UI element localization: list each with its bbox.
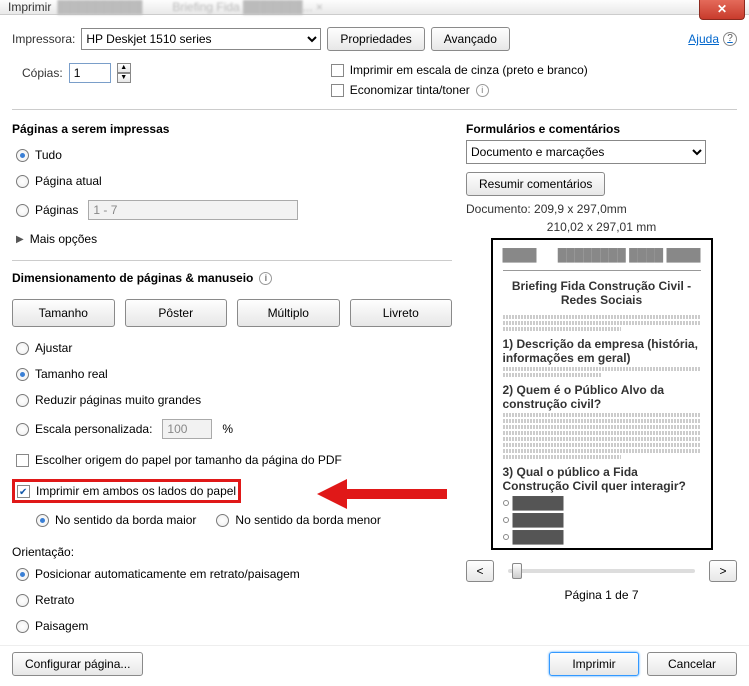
savetoner-option[interactable]: Economizar tinta/toner i bbox=[331, 83, 588, 97]
page-indicator: Página 1 de 7 bbox=[466, 588, 737, 602]
orientation-title: Orientação: bbox=[12, 545, 452, 559]
help-label: Ajuda bbox=[688, 32, 719, 46]
custom-scale-input[interactable] bbox=[162, 419, 212, 439]
help-link[interactable]: Ajuda ? bbox=[688, 32, 737, 46]
poster-button[interactable]: Pôster bbox=[125, 299, 228, 327]
long-edge-option[interactable]: No sentido da borda maior bbox=[36, 513, 196, 527]
close-button[interactable]: ✕ bbox=[699, 0, 745, 20]
cancel-button[interactable]: Cancelar bbox=[647, 652, 737, 676]
grayscale-checkbox[interactable] bbox=[331, 64, 344, 77]
short-edge-option[interactable]: No sentido da borda menor bbox=[216, 513, 380, 527]
copies-up[interactable]: ▲ bbox=[117, 63, 131, 73]
next-page-button[interactable]: > bbox=[709, 560, 737, 582]
orientation-portrait[interactable]: Retrato bbox=[16, 593, 452, 607]
page-setup-button[interactable]: Configurar página... bbox=[12, 652, 143, 676]
page-dimensions: 210,02 x 297,01 mm bbox=[466, 220, 737, 234]
window-title: Imprimir bbox=[8, 0, 51, 14]
pages-range[interactable]: Páginas bbox=[16, 200, 452, 220]
custom-scale-option[interactable]: Escala personalizada: % bbox=[16, 419, 452, 439]
shrink-option[interactable]: Reduzir páginas muito grandes bbox=[16, 393, 452, 407]
size-button[interactable]: Tamanho bbox=[12, 299, 115, 327]
properties-button[interactable]: Propriedades bbox=[327, 27, 424, 51]
print-preview: ████████████ ████ ████ Briefing Fida Con… bbox=[491, 238, 713, 550]
savetoner-checkbox[interactable] bbox=[331, 84, 344, 97]
pages-section-title: Páginas a serem impressas bbox=[12, 122, 452, 136]
sizing-section-title: Dimensionamento de páginas & manuseioi bbox=[12, 271, 452, 285]
grayscale-label: Imprimir em escala de cinza (preto e bra… bbox=[350, 63, 588, 77]
orientation-landscape[interactable]: Paisagem bbox=[16, 619, 452, 633]
help-icon: ? bbox=[723, 32, 737, 46]
printer-select[interactable]: HP Deskjet 1510 series bbox=[81, 28, 321, 50]
print-button[interactable]: Imprimir bbox=[549, 652, 639, 676]
advanced-button[interactable]: Avançado bbox=[431, 27, 510, 51]
forms-section-title: Formulários e comentários bbox=[466, 122, 737, 136]
booklet-button[interactable]: Livreto bbox=[350, 299, 453, 327]
tab-blurred-1: ██████████ bbox=[57, 0, 142, 14]
paper-source-option[interactable]: Escolher origem do papel por tamanho da … bbox=[16, 453, 452, 467]
info-icon[interactable]: i bbox=[259, 272, 272, 285]
duplex-option[interactable]: Imprimir em ambos os lados do papel bbox=[17, 484, 236, 498]
more-options-toggle[interactable]: ▶ Mais opções bbox=[16, 232, 452, 246]
actual-option[interactable]: Tamanho real bbox=[16, 367, 452, 381]
copies-label: Cópias: bbox=[22, 66, 63, 80]
copies-input[interactable] bbox=[69, 63, 111, 83]
multiple-button[interactable]: Múltiplo bbox=[237, 299, 340, 327]
slider-thumb[interactable] bbox=[512, 563, 522, 579]
page-slider[interactable] bbox=[508, 569, 695, 573]
prev-page-button[interactable]: < bbox=[466, 560, 494, 582]
summarize-button[interactable]: Resumir comentários bbox=[466, 172, 605, 196]
pages-current[interactable]: Página atual bbox=[16, 174, 452, 188]
pages-range-input[interactable] bbox=[88, 200, 298, 220]
pages-all[interactable]: Tudo bbox=[16, 148, 452, 162]
forms-select[interactable]: Documento e marcações bbox=[466, 140, 706, 164]
fit-option[interactable]: Ajustar bbox=[16, 341, 452, 355]
info-icon[interactable]: i bbox=[476, 84, 489, 97]
orientation-auto[interactable]: Posicionar automaticamente em retrato/pa… bbox=[16, 567, 452, 581]
document-dimensions: Documento: 209,9 x 297,0mm bbox=[466, 202, 737, 216]
grayscale-option[interactable]: Imprimir em escala de cinza (preto e bra… bbox=[331, 63, 588, 77]
titlebar: Imprimir ██████████ Briefing Fida ██████… bbox=[0, 0, 749, 15]
copies-down[interactable]: ▼ bbox=[117, 73, 131, 83]
printer-label: Impressora: bbox=[12, 32, 75, 46]
duplex-checkbox[interactable] bbox=[17, 485, 30, 498]
tab-blurred-2: Briefing Fida ███████... × bbox=[172, 0, 323, 14]
expand-icon: ▶ bbox=[16, 234, 24, 245]
savetoner-label: Economizar tinta/toner bbox=[350, 83, 470, 97]
